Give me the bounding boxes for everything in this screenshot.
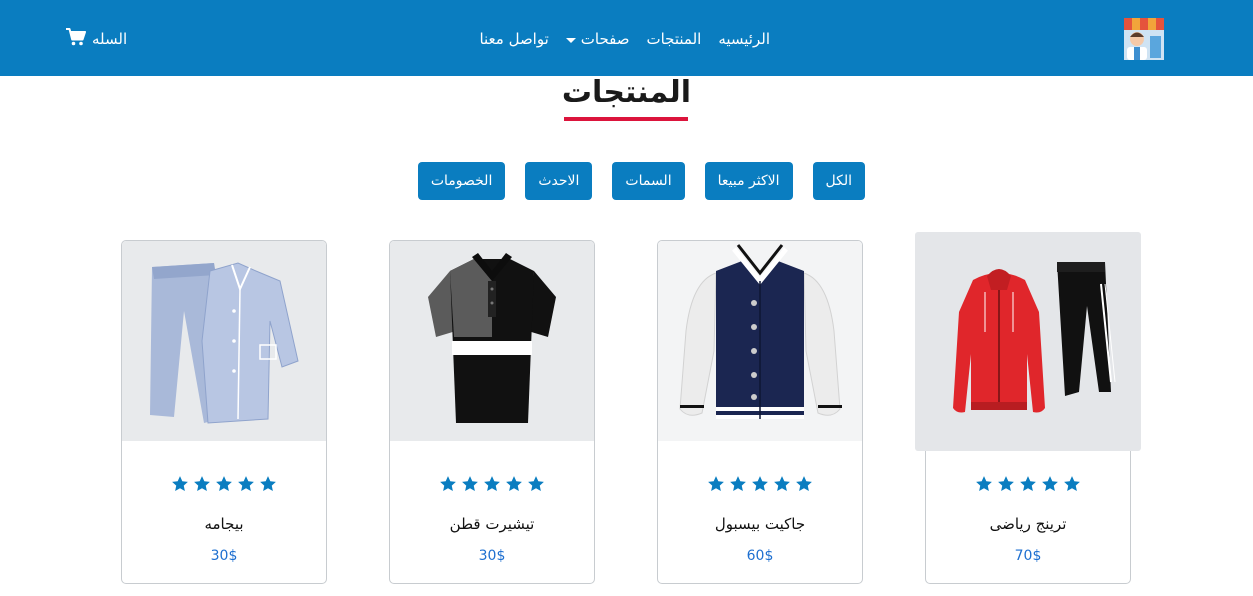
filter-all-button[interactable]: الكل [812, 162, 865, 200]
nav-link-contact[interactable]: تواصل معنا [479, 30, 548, 48]
star-icon [259, 475, 277, 497]
polo-shirt-image[interactable] [390, 241, 594, 441]
rating-stars [926, 475, 1130, 497]
star-icon [215, 475, 233, 497]
star-icon [1019, 475, 1037, 497]
star-icon [751, 475, 769, 497]
cart-link[interactable]: السله [66, 26, 127, 52]
star-icon [997, 475, 1015, 497]
star-icon [975, 475, 993, 497]
product-name[interactable]: بيجامه [122, 515, 326, 533]
filter-bar: الكل الاكثر مبيعا السمات الاحدث الخصومات [387, 162, 865, 200]
product-card[interactable]: تيشيرت قطن 30$ [389, 240, 595, 584]
product-price: 30$ [210, 548, 238, 564]
star-icon [237, 475, 255, 497]
navbar: الرئيسيه المنتجات صفحات تواصل معنا السله [0, 0, 1253, 76]
page-title: المنتجات [561, 75, 692, 110]
star-icon [729, 475, 747, 497]
product-name[interactable]: تيشيرت قطن [390, 515, 594, 533]
product-price: 70$ [1014, 548, 1042, 564]
product-name[interactable]: ترينج رياضى [926, 515, 1130, 533]
star-icon [1041, 475, 1059, 497]
filter-best-selling-button[interactable]: الاكثر مبيعا [704, 162, 793, 200]
rating-stars [122, 475, 326, 497]
star-icon [193, 475, 211, 497]
product-card[interactable]: جاكيت بيسبول 60$ [657, 240, 863, 584]
pajamas-image[interactable] [122, 241, 326, 441]
title-underline [564, 117, 688, 121]
filter-features-button[interactable]: السمات [612, 162, 685, 200]
cart-icon [66, 28, 86, 50]
tracksuit-image[interactable] [915, 232, 1141, 451]
star-icon [171, 475, 189, 497]
cart-label: السله [92, 30, 128, 48]
star-icon [461, 475, 479, 497]
product-price: 60$ [746, 548, 774, 564]
filter-newest-button[interactable]: الاحدث [525, 162, 593, 200]
filter-discounts-button[interactable]: الخصومات [417, 162, 506, 200]
star-icon [1063, 475, 1081, 497]
nav-dropdown-pages[interactable]: صفحات [565, 30, 630, 48]
shop-vendor-icon[interactable] [1120, 14, 1168, 62]
star-icon [505, 475, 523, 497]
product-card[interactable]: ترينج رياضى 70$ [915, 232, 1141, 584]
nav-link-home[interactable]: الرئيسيه [718, 30, 770, 48]
main-nav: الرئيسيه المنتجات صفحات تواصل معنا [440, 26, 770, 52]
baseball-jacket-image[interactable] [658, 241, 862, 441]
rating-stars [390, 475, 594, 497]
star-icon [707, 475, 725, 497]
star-icon [439, 475, 457, 497]
nav-dropdown-label: صفحات [580, 30, 630, 48]
product-card[interactable]: بيجامه 30$ [121, 240, 327, 584]
star-icon [527, 475, 545, 497]
product-name[interactable]: جاكيت بيسبول [658, 515, 862, 533]
product-price: 30$ [478, 548, 506, 564]
star-icon [483, 475, 501, 497]
chevron-down-icon [565, 37, 576, 43]
star-icon [795, 475, 813, 497]
star-icon [773, 475, 791, 497]
nav-link-products[interactable]: المنتجات [646, 30, 701, 48]
rating-stars [658, 475, 862, 497]
